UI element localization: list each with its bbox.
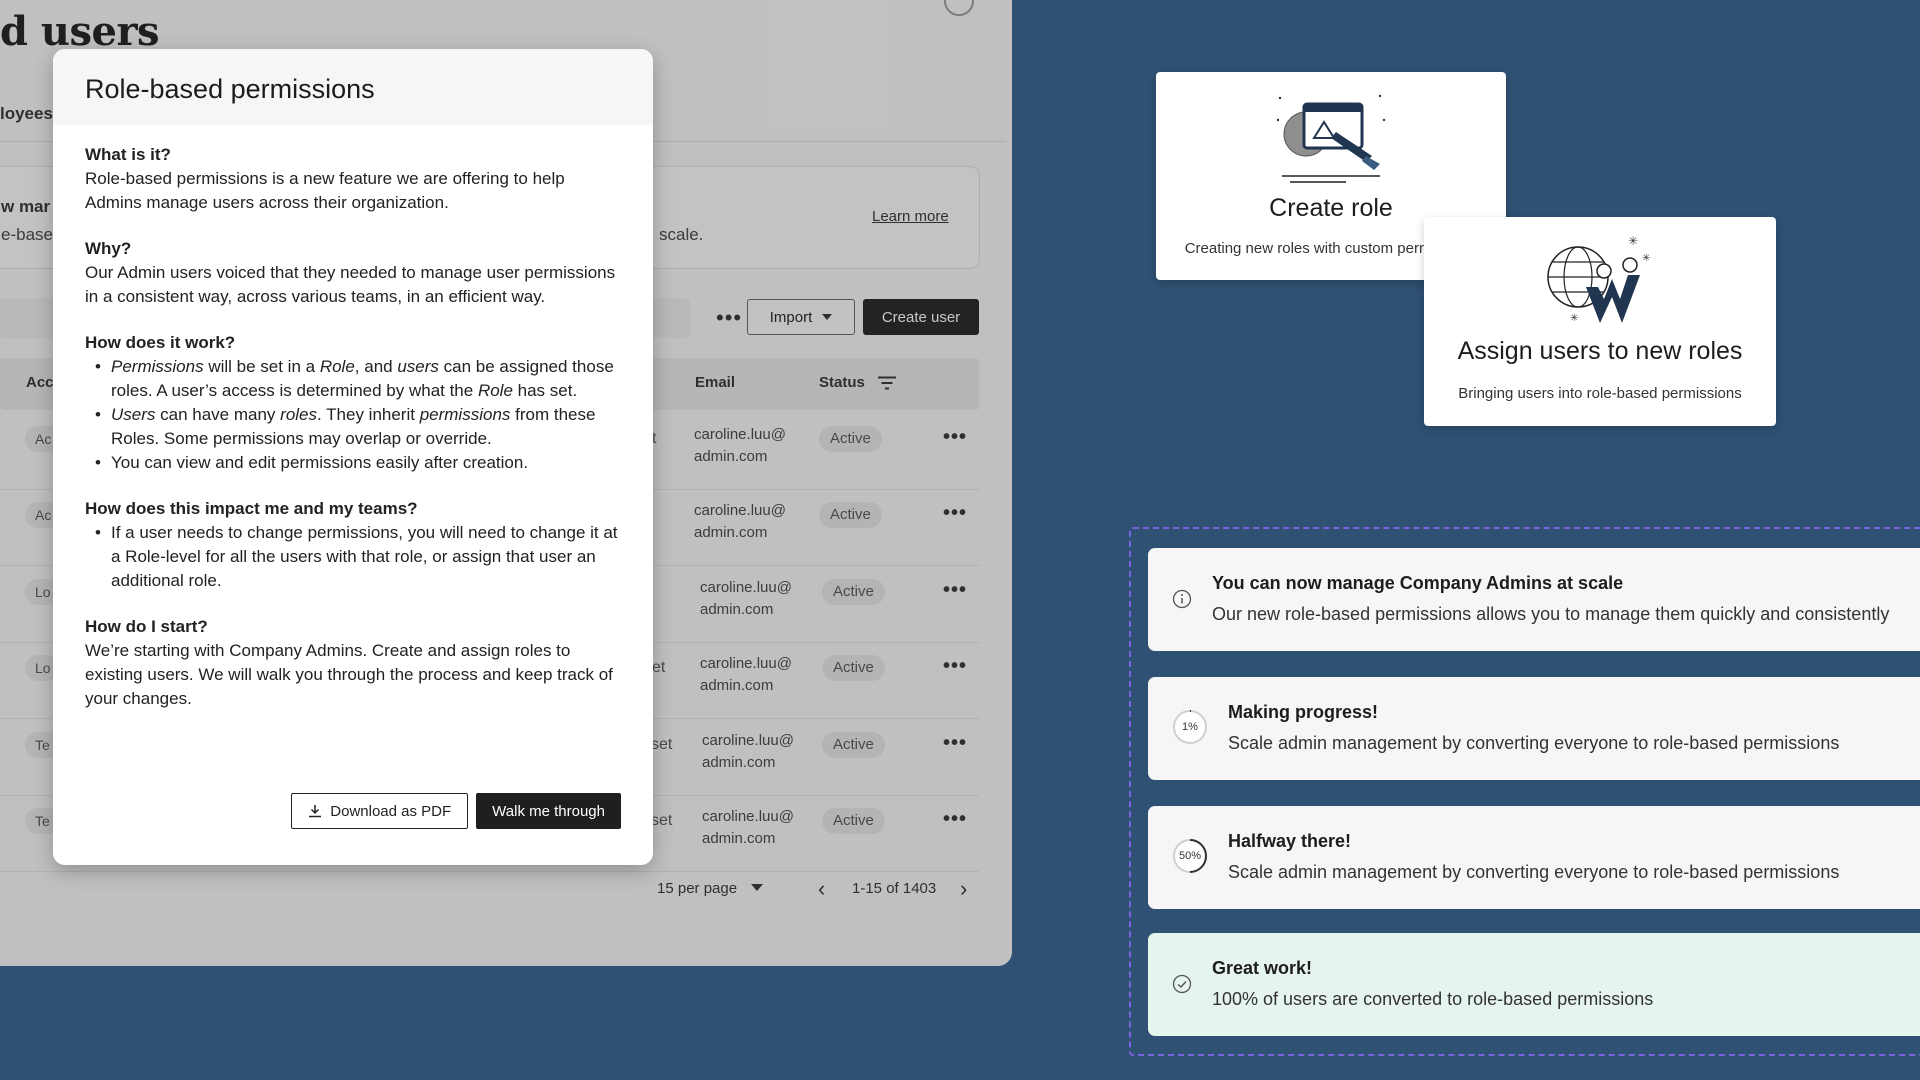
download-icon: [309, 805, 322, 818]
text-em: roles: [280, 405, 318, 424]
notification-success: Great work! 100% of users are converted …: [1148, 933, 1920, 1036]
notification-desc: 100% of users are converted to role-base…: [1212, 989, 1654, 1009]
section-text: We’re starting with Company Admins. Crea…: [85, 641, 613, 708]
text: will be set in a: [203, 357, 320, 376]
how-list: Permissions will be set in a Role, and u…: [85, 355, 621, 475]
section-why: Why? Our Admin users voiced that they ne…: [85, 237, 621, 309]
svg-text:✳: ✳: [1642, 253, 1650, 264]
section-heading: Why?: [85, 239, 132, 258]
list-item: Users can have many roles. They inherit …: [85, 403, 621, 451]
notification-progress: 50% Halfway there! Scale admin managemen…: [1148, 806, 1920, 909]
list-item: You can view and edit permissions easily…: [85, 451, 621, 475]
progress-label: 1%: [1182, 721, 1198, 733]
section-heading: What is it?: [85, 145, 171, 164]
text: has set.: [512, 381, 578, 400]
modal-body: What is it? Role-based permissions is a …: [53, 125, 653, 711]
impact-list: If a user needs to change permissions, y…: [85, 521, 621, 593]
section-impact: How does this impact me and my teams? If…: [85, 497, 621, 593]
section-heading: How do I start?: [85, 617, 208, 636]
notification-desc: Our new role-based permissions allows yo…: [1212, 604, 1890, 624]
create-role-illustration-icon: [1276, 94, 1386, 183]
modal-header: Role-based permissions: [53, 49, 653, 125]
text-em: Role: [319, 357, 355, 376]
section-start: How do I start? We’re starting with Comp…: [85, 615, 621, 711]
progress-ring: 1%: [1172, 709, 1208, 745]
text-em: users: [397, 357, 439, 376]
list-item: If a user needs to change permissions, y…: [85, 521, 621, 593]
progress-ring: 50%: [1172, 838, 1208, 874]
section-heading: How does it work?: [85, 333, 236, 352]
notification-title: Making progress!: [1228, 702, 1379, 722]
globe-users-illustration-icon: ✳ ✳ ✳: [1547, 235, 1650, 324]
notification-title: Halfway there!: [1228, 831, 1352, 851]
section-how: How does it work? Permissions will be se…: [85, 331, 621, 475]
section-text: Role-based permissions is a new feature …: [85, 169, 565, 212]
text: . They inherit: [317, 405, 420, 424]
svg-text:✳: ✳: [1628, 235, 1638, 248]
text-em: permissions: [419, 405, 511, 424]
list-item: Permissions will be set in a Role, and u…: [85, 355, 621, 403]
notification-desc: Scale admin management by converting eve…: [1228, 862, 1840, 882]
download-pdf-label: Download as PDF: [330, 802, 452, 820]
download-pdf-button[interactable]: Download as PDF: [291, 793, 469, 829]
svg-text:✳: ✳: [1570, 313, 1578, 324]
text: can have many: [155, 405, 281, 424]
check-circle-icon: [1172, 974, 1192, 994]
assign-users-card[interactable]: ✳ ✳ ✳ Assign users to new roles Bringing…: [1424, 217, 1776, 426]
modal-footer: Download as PDF Walk me through: [53, 793, 653, 829]
info-icon: [1172, 589, 1192, 609]
text-em: Role: [477, 381, 513, 400]
notification-desc: Scale admin management by converting eve…: [1228, 733, 1840, 753]
notification-title: Great work!: [1212, 958, 1313, 978]
text-em: Users: [111, 405, 156, 424]
text: , and: [354, 357, 398, 376]
role-permissions-modal: Role-based permissions What is it? Role-…: [53, 49, 653, 865]
notification-title: You can now manage Company Admins at sca…: [1212, 573, 1624, 593]
section-heading: How does this impact me and my teams?: [85, 499, 418, 518]
notification-info: You can now manage Company Admins at sca…: [1148, 548, 1920, 651]
section-what: What is it? Role-based permissions is a …: [85, 143, 621, 215]
walk-me-through-button[interactable]: Walk me through: [476, 793, 621, 829]
text-em: Permissions: [111, 357, 204, 376]
progress-label: 50%: [1178, 850, 1202, 862]
section-text: Our Admin users voiced that they needed …: [85, 263, 616, 306]
card-title: Assign users to new roles: [1457, 337, 1743, 365]
modal-title: Role-based permissions: [85, 74, 375, 104]
card-desc: Bringing users into role-based permissio…: [1458, 385, 1742, 402]
notification-progress: 1% Making progress! Scale admin manageme…: [1148, 677, 1920, 780]
